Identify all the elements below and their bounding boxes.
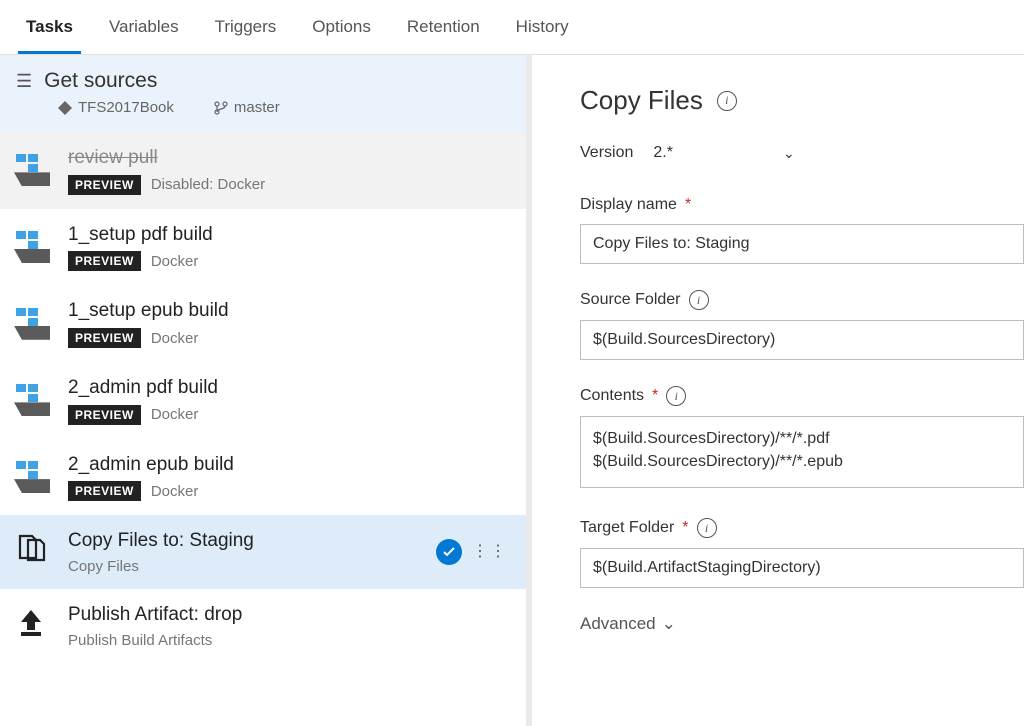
docker-icon [14, 304, 54, 344]
required-marker: * [685, 196, 691, 214]
sources-title: Get sources [44, 69, 157, 93]
advanced-section-toggle[interactable]: Advanced ⌄ [580, 614, 1024, 634]
task-copy-files[interactable]: Copy Files to: Staging Copy Files ⋮⋮ [0, 515, 526, 589]
branch-name: master [214, 99, 280, 116]
version-label: Version [580, 144, 633, 162]
drag-handle-icon[interactable]: ⋮⋮ [472, 548, 512, 556]
task-title: 2_admin pdf build [68, 376, 512, 401]
panel-title: Copy Files [580, 85, 703, 116]
repo-icon [58, 101, 72, 115]
tab-triggers[interactable]: Triggers [197, 1, 295, 53]
info-icon[interactable]: i [717, 91, 737, 111]
task-setup-epub[interactable]: 1_setup epub build PREVIEW Docker [0, 285, 526, 362]
task-subtitle: Publish Build Artifacts [68, 632, 212, 649]
tabs-bar: Tasks Variables Triggers Options Retenti… [0, 0, 1024, 55]
info-icon[interactable]: i [697, 518, 717, 538]
preview-badge: PREVIEW [68, 175, 141, 195]
tab-history[interactable]: History [498, 1, 587, 53]
tab-options[interactable]: Options [294, 1, 389, 53]
tab-variables[interactable]: Variables [91, 1, 197, 53]
check-icon [436, 539, 462, 565]
task-subtitle: Docker [151, 330, 199, 347]
repo-name: TFS2017Book [58, 99, 174, 116]
preview-badge: PREVIEW [68, 481, 141, 501]
docker-icon [14, 227, 54, 267]
docker-icon [14, 380, 54, 420]
task-admin-epub[interactable]: 2_admin epub build PREVIEW Docker [0, 439, 526, 516]
task-details-panel: Copy Files i Version 2.* ⌄ Display name … [532, 55, 1024, 726]
preview-badge: PREVIEW [68, 328, 141, 348]
task-review-pull[interactable]: review pull PREVIEW Disabled: Docker [0, 132, 526, 209]
task-setup-pdf[interactable]: 1_setup pdf build PREVIEW Docker [0, 209, 526, 286]
display-name-input[interactable] [580, 224, 1024, 264]
target-folder-label: Target Folder [580, 519, 674, 537]
task-subtitle: Docker [151, 406, 199, 423]
publish-icon [14, 606, 54, 646]
target-folder-input[interactable] [580, 548, 1024, 588]
task-subtitle: Disabled: Docker [151, 176, 265, 193]
source-folder-label: Source Folder [580, 291, 681, 309]
task-subtitle: Docker [151, 253, 199, 270]
required-marker: * [682, 519, 688, 537]
preview-badge: PREVIEW [68, 251, 141, 271]
copy-files-icon [14, 532, 54, 572]
required-marker: * [652, 387, 658, 405]
docker-icon [14, 457, 54, 497]
task-title: Copy Files to: Staging [68, 529, 436, 554]
contents-input[interactable] [580, 416, 1024, 488]
task-subtitle: Copy Files [68, 558, 139, 575]
task-title: Publish Artifact: drop [68, 603, 512, 628]
task-subtitle: Docker [151, 483, 199, 500]
docker-icon [14, 150, 54, 190]
task-title: 1_setup pdf build [68, 223, 512, 248]
contents-label: Contents [580, 387, 644, 405]
task-title: 1_setup epub build [68, 299, 512, 324]
get-sources[interactable]: ☰ Get sources TFS2017Book master [0, 55, 526, 132]
tab-retention[interactable]: Retention [389, 1, 498, 53]
version-select[interactable]: 2.* ⌄ [653, 144, 794, 162]
chevron-down-icon: ⌄ [783, 145, 795, 162]
info-icon[interactable]: i [689, 290, 709, 310]
sources-icon: ☰ [16, 71, 32, 92]
source-folder-input[interactable] [580, 320, 1024, 360]
task-title: review pull [68, 146, 512, 171]
tab-tasks[interactable]: Tasks [8, 1, 91, 53]
info-icon[interactable]: i [666, 386, 686, 406]
task-list: ☰ Get sources TFS2017Book master review … [0, 55, 532, 726]
branch-icon [214, 101, 228, 115]
preview-badge: PREVIEW [68, 405, 141, 425]
task-title: 2_admin epub build [68, 453, 512, 478]
task-publish-artifact[interactable]: Publish Artifact: drop Publish Build Art… [0, 589, 526, 663]
chevron-down-icon: ⌄ [662, 614, 676, 634]
task-admin-pdf[interactable]: 2_admin pdf build PREVIEW Docker [0, 362, 526, 439]
display-name-label: Display name [580, 196, 677, 214]
